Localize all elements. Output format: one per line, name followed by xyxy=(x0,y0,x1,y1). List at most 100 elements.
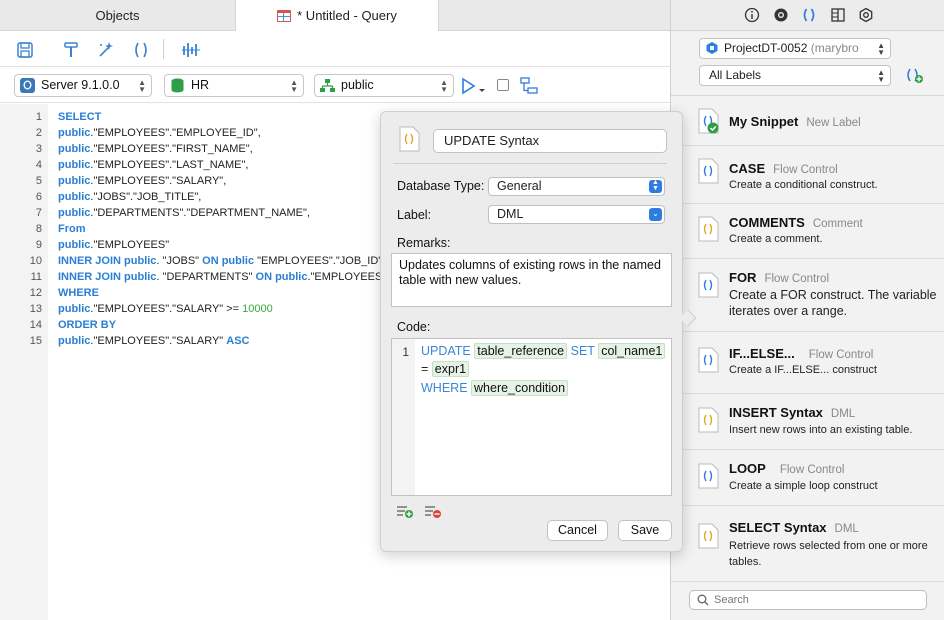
keyword: public xyxy=(58,239,91,251)
snippet-search-input[interactable]: Search xyxy=(689,590,927,610)
snippet-item[interactable]: CASE Flow Control Create a conditional co… xyxy=(671,146,944,204)
project-select[interactable]: ProjectDT-0052 (marybro ▲ ▼ xyxy=(699,38,891,59)
snippet-item[interactable]: COMMENTS Comment Create a comment. xyxy=(671,204,944,259)
keyword: public xyxy=(221,255,255,267)
keyword: ON xyxy=(202,255,219,267)
snippet-label: Flow Control xyxy=(808,349,874,361)
snippet-title-text: INSERT Syntax xyxy=(729,405,823,420)
cancel-button[interactable]: Cancel xyxy=(547,520,608,541)
snippet-file-icon xyxy=(399,126,420,152)
remarks-textarea[interactable]: Updates columns of existing rows in the … xyxy=(391,253,672,307)
run-icon[interactable] xyxy=(461,77,487,95)
save-icon[interactable] xyxy=(15,40,35,60)
code-line: public."EMPLOYEES"."LAST_NAME", xyxy=(58,157,248,173)
line-number: 11 xyxy=(30,271,42,283)
snippet-code-editor[interactable]: 1 UPDATE table_reference SET col_name1 =… xyxy=(391,338,672,496)
snippet-file-check-icon xyxy=(698,108,719,134)
keyword: public xyxy=(58,127,91,139)
snippet-title: CASE Flow Control xyxy=(729,161,838,176)
server-select[interactable]: Server 9.1.0.0 ▲ ▼ xyxy=(14,74,152,97)
preview-eye-icon[interactable] xyxy=(773,7,789,23)
snippet-description: Insert new rows into an existing table. xyxy=(729,424,913,436)
snippet-item[interactable]: FOR Flow Control Create a FOR construct. … xyxy=(671,259,944,332)
new-snippet-icon[interactable] xyxy=(905,67,924,84)
code-keyword: WHERE xyxy=(421,381,468,395)
stop-icon[interactable] xyxy=(497,79,509,91)
server-select-value: Server 9.1.0.0 xyxy=(41,78,120,92)
keyword: public xyxy=(58,335,91,347)
keyword: public xyxy=(124,271,157,283)
snippet-file-comment-icon xyxy=(698,216,719,242)
snippet-item[interactable]: IF...ELSE... Flow Control Create a IF...E… xyxy=(671,332,944,394)
schema-icon xyxy=(320,79,335,92)
snippet-item[interactable]: My Snippet New Label xyxy=(671,96,944,146)
keyword: public xyxy=(58,175,91,187)
snippets-icon[interactable] xyxy=(801,7,817,23)
snippet-file-icon xyxy=(698,272,719,298)
code-line: public."EMPLOYEES" xyxy=(58,237,169,253)
keyword: INNER JOIN xyxy=(58,271,121,283)
label-select-value: DML xyxy=(497,207,524,221)
keyword: public xyxy=(58,191,91,203)
info-icon[interactable] xyxy=(744,7,760,23)
tab-objects[interactable]: Objects xyxy=(0,0,235,31)
add-placeholder-icon[interactable] xyxy=(396,503,414,519)
database-select[interactable]: HR ▲ ▼ xyxy=(164,74,304,97)
database-type-select[interactable]: General ▲ ▼ xyxy=(488,177,665,196)
tab-bar: Objects * Untitled - Query xyxy=(0,0,670,31)
code-line: = expr1 xyxy=(421,361,470,377)
keyword: WHERE xyxy=(58,287,99,299)
line-number: 12 xyxy=(29,287,42,299)
snippet-item[interactable]: LOOP Flow Control Create a simple loop co… xyxy=(671,450,944,506)
code-line: public."EMPLOYEES"."EMPLOYEE_ID", xyxy=(58,125,261,141)
placeholder-token[interactable]: col_name1 xyxy=(598,343,666,359)
tab-query[interactable]: * Untitled - Query xyxy=(235,0,439,31)
settings-hex-icon[interactable] xyxy=(858,7,874,23)
database-type-value: General xyxy=(497,179,542,193)
line-gutter: 1 2 3 4 5 6 7 8 9 10 11 12 13 14 15 xyxy=(0,104,48,620)
snippet-label: Comment xyxy=(812,218,863,230)
number-literal: 10000 xyxy=(242,303,273,315)
keyword: ON xyxy=(255,271,273,283)
remove-placeholder-icon[interactable] xyxy=(424,503,442,519)
placeholder-token[interactable]: where_condition xyxy=(471,380,569,396)
snippet-title-text: My Snippet xyxy=(729,114,799,129)
snippet-description: Retrieve rows selected from one or more … xyxy=(729,540,928,568)
placeholder-token[interactable]: table_reference xyxy=(474,343,568,359)
line-number: 13 xyxy=(29,303,42,315)
code-text: ."DEPARTMENTS"."DEPARTMENT_NAME", xyxy=(90,207,310,219)
code-text: ."EMPLOYEES" xyxy=(90,239,170,251)
labels-filter-select[interactable]: All Labels ▲ ▼ xyxy=(699,65,891,86)
magic-wand-icon[interactable] xyxy=(95,40,115,60)
code-text: ."EMPLOYEES"."EMPLOYEE_ID", xyxy=(90,127,261,139)
line-number: 7 xyxy=(35,207,42,219)
snippet-item[interactable]: INSERT Syntax DML Insert new rows into an… xyxy=(671,394,944,450)
snippet-description: Create a IF...ELSE... construct xyxy=(729,364,877,376)
line-number: 2 xyxy=(35,127,42,139)
snippet-title-text: SELECT Syntax xyxy=(729,520,827,535)
snippet-label: Flow Control xyxy=(779,464,845,476)
snippet-name-input[interactable]: UPDATE Syntax xyxy=(433,129,667,153)
line-number: 4 xyxy=(35,159,42,171)
format-brush-icon[interactable] xyxy=(61,40,81,60)
code-snippet-icon[interactable] xyxy=(131,40,151,60)
line-number: 8 xyxy=(35,223,42,235)
query-table-icon xyxy=(277,10,292,22)
database-select-value: HR xyxy=(191,78,210,92)
explain-chart-icon[interactable] xyxy=(181,40,201,60)
layout-icon[interactable] xyxy=(830,7,846,23)
visual-explain-icon[interactable] xyxy=(520,77,538,95)
save-button[interactable]: Save xyxy=(618,520,672,541)
code-text: ."EMPLOYEES"."SALARY", xyxy=(90,175,227,187)
snippet-title: INSERT Syntax DML xyxy=(729,405,855,420)
snippet-title: LOOP Flow Control xyxy=(729,461,844,476)
keyword: INNER JOIN xyxy=(58,255,121,267)
keyword: ASC xyxy=(226,335,250,347)
placeholder-token[interactable]: expr1 xyxy=(431,361,470,377)
label-select[interactable]: DML ⌄ xyxy=(488,205,665,224)
snippet-item[interactable]: SELECT Syntax DML Retrieve rows selected … xyxy=(671,506,944,582)
code-line: public."EMPLOYEES"."SALARY", xyxy=(58,173,226,189)
keyword: ORDER BY xyxy=(58,319,117,331)
code-text: ."EMPLOYEES"."SALARY" xyxy=(90,335,227,347)
schema-select[interactable]: public ▲ ▼ xyxy=(314,74,454,97)
